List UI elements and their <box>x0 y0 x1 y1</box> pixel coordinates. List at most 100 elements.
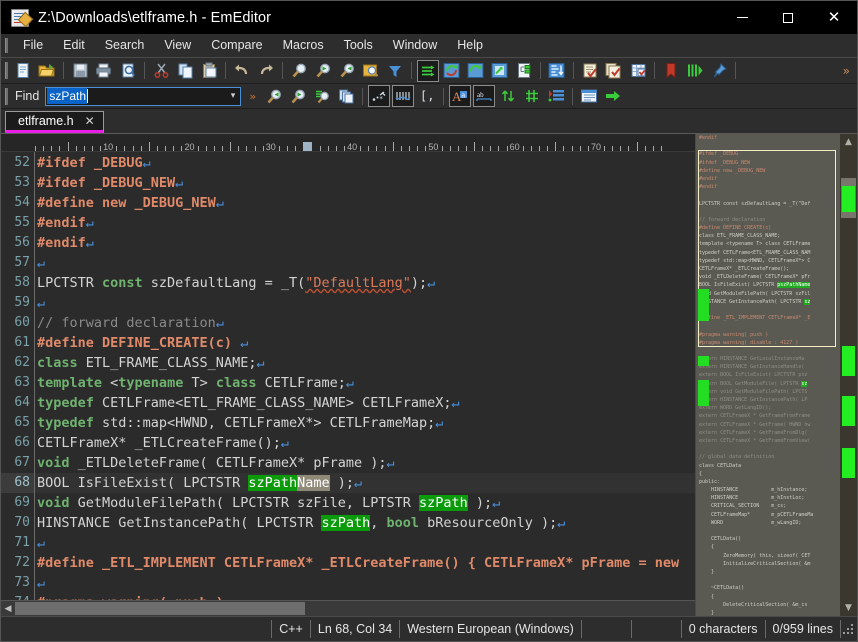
save-icon[interactable] <box>69 60 91 82</box>
code-line[interactable]: typedef std::map<HWND, CETLFrameX*> CETL… <box>35 413 695 433</box>
copy-icon[interactable] <box>174 60 196 82</box>
escape-sequence-icon[interactable] <box>392 85 414 107</box>
menu-grip[interactable] <box>5 38 8 53</box>
code-line[interactable]: ↵ <box>35 573 695 593</box>
code-line[interactable]: HINSTANCE GetInstancePath( LPCTSTR szPat… <box>35 513 695 533</box>
bookmark-icon[interactable] <box>660 60 682 82</box>
close-find-icon[interactable] <box>578 85 600 107</box>
sorted-list-icon[interactable] <box>545 85 567 107</box>
select-all-occurrences-icon[interactable] <box>335 85 357 107</box>
bracket-icon[interactable]: [,] <box>416 85 438 107</box>
scroll-down-icon[interactable]: ▼ <box>840 600 857 616</box>
status-characters[interactable]: 0 characters <box>682 620 766 638</box>
vertical-scrollbar[interactable]: ▲ ▼ <box>840 134 857 616</box>
cut-icon[interactable] <box>150 60 172 82</box>
spell-check-all-icon[interactable] <box>603 60 625 82</box>
tab-etlframe-h[interactable]: etlframe.h ✕ <box>5 111 104 133</box>
regex-icon[interactable]: * <box>368 85 390 107</box>
code-line[interactable]: typedef CETLFrame<ETL_FRAME_CLASS_NAME> … <box>35 393 695 413</box>
find-previous-icon[interactable] <box>336 60 358 82</box>
scroll-left-icon[interactable]: ◀ <box>1 604 15 614</box>
menu-view[interactable]: View <box>154 35 201 56</box>
find-next-icon[interactable] <box>312 60 334 82</box>
minimap-panel[interactable]: #endif#ifdef _DEBUG#ifdef _DEBUG_NEW#def… <box>695 134 840 616</box>
code-line[interactable]: #endif↵ <box>35 213 695 233</box>
code-line[interactable]: ↵ <box>35 293 695 313</box>
match-case-icon[interactable]: Aa <box>449 85 471 107</box>
find-next-icon[interactable] <box>287 85 309 107</box>
code-line[interactable]: class ETL_FRAME_CLASS_NAME;↵ <box>35 353 695 373</box>
filter-icon[interactable] <box>384 60 406 82</box>
status-language[interactable]: C++ <box>271 620 311 638</box>
menu-edit[interactable]: Edit <box>53 35 95 56</box>
close-icon[interactable]: ✕ <box>85 114 95 128</box>
pin-icon[interactable] <box>708 60 730 82</box>
code-line[interactable]: #ifdef _DEBUG↵ <box>35 153 695 173</box>
sort-icon[interactable] <box>546 60 568 82</box>
match-whole-word-icon[interactable]: ab <box>473 85 495 107</box>
maximize-button[interactable] <box>765 1 811 34</box>
code-line[interactable]: LPCTSTR const szDefaultLang = _T("Defaul… <box>35 273 695 293</box>
status-position[interactable]: Ln 68, Col 34 <box>311 620 400 638</box>
redo-icon[interactable] <box>255 60 277 82</box>
find-icon[interactable] <box>288 60 310 82</box>
toolbar-grip[interactable] <box>5 62 8 79</box>
find-in-files-icon[interactable] <box>360 60 382 82</box>
new-file-icon[interactable] <box>12 60 34 82</box>
status-blank-2[interactable] <box>632 620 682 638</box>
code-line[interactable]: ↵ <box>35 533 695 553</box>
replace-icon[interactable] <box>417 60 439 82</box>
scroll-up-icon[interactable]: ▲ <box>840 134 857 150</box>
chevron-down-icon[interactable]: ▾ <box>231 91 236 101</box>
menu-window[interactable]: Window <box>383 35 447 56</box>
menu-help[interactable]: Help <box>447 35 493 56</box>
toolbar-overflow-button[interactable]: » <box>836 64 857 78</box>
csv-icon[interactable] <box>627 60 649 82</box>
find-input[interactable]: szPath ▾ <box>45 87 241 106</box>
outline-icon[interactable] <box>513 60 535 82</box>
menu-search[interactable]: Search <box>95 35 155 56</box>
menu-compare[interactable]: Compare <box>201 35 272 56</box>
findbar-grip[interactable] <box>5 88 8 105</box>
menu-tools[interactable]: Tools <box>334 35 383 56</box>
print-preview-icon[interactable] <box>117 60 139 82</box>
resize-grip-icon[interactable] <box>841 622 855 636</box>
spell-check-icon[interactable] <box>579 60 601 82</box>
replace-all-icon[interactable] <box>441 60 463 82</box>
code-line[interactable]: CETLFrameX* _ETLCreateFrame();↵ <box>35 433 695 453</box>
undo-icon[interactable] <box>231 60 253 82</box>
code-line[interactable]: #endif↵ <box>35 233 695 253</box>
status-blank-1[interactable] <box>582 620 632 638</box>
paste-icon[interactable] <box>198 60 220 82</box>
code-line[interactable]: BOOL IsFileExist( LPCTSTR szPathName );↵ <box>35 473 695 493</box>
vertical-scroll-track[interactable] <box>840 150 857 600</box>
replace-next-icon[interactable] <box>465 60 487 82</box>
code-line[interactable]: #define _ETL_IMPLEMENT CETLFrameX* _ETLC… <box>35 553 695 573</box>
code-line[interactable]: template <typename T> class CETLFrame;↵ <box>35 373 695 393</box>
open-folder-icon[interactable] <box>36 60 58 82</box>
horizontal-scroll-thumb[interactable] <box>15 602 305 615</box>
go-icon[interactable] <box>602 85 624 107</box>
find-all-icon[interactable] <box>311 85 333 107</box>
code-line[interactable]: #ifdef _DEBUG_NEW↵ <box>35 173 695 193</box>
horizontal-scrollbar[interactable]: ◀ <box>1 600 695 616</box>
replace-in-files-icon[interactable] <box>489 60 511 82</box>
print-icon[interactable] <box>93 60 115 82</box>
close-button[interactable]: ✕ <box>811 1 857 34</box>
code-line[interactable]: #define DEFINE_CREATE(c) ↵ <box>35 333 695 353</box>
menu-macros[interactable]: Macros <box>273 35 334 56</box>
code-line[interactable]: // forward declaration↵ <box>35 313 695 333</box>
menu-file[interactable]: File <box>13 35 53 56</box>
number-icon[interactable] <box>521 85 543 107</box>
code-lines[interactable]: #ifdef _DEBUG↵#ifdef _DEBUG_NEW↵ #define … <box>35 152 695 600</box>
status-encoding[interactable]: Western European (Windows) <box>400 620 582 638</box>
find-overflow-button[interactable]: » <box>249 90 256 103</box>
minimize-button[interactable] <box>719 1 765 34</box>
code-line[interactable]: void _ETLDeleteFrame( CETLFrameX* pFrame… <box>35 453 695 473</box>
run-macro-icon[interactable] <box>684 60 706 82</box>
code-line[interactable]: void GetModuleFilePath( LPCTSTR szFile, … <box>35 493 695 513</box>
code-line[interactable]: #pragma warning( push )↵ <box>35 593 695 600</box>
status-lines[interactable]: 0/959 lines <box>766 620 841 638</box>
updown-icon[interactable] <box>497 85 519 107</box>
find-previous-icon[interactable] <box>263 85 285 107</box>
